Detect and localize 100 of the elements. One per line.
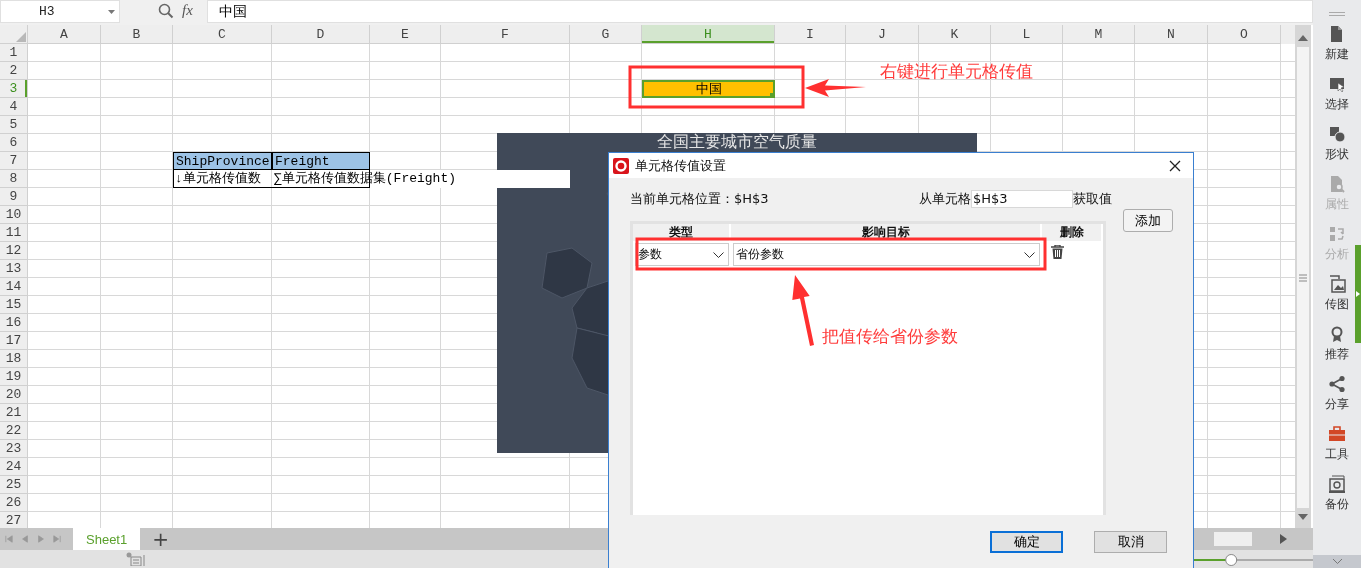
row-header[interactable]: 2 bbox=[0, 62, 28, 80]
chart-title: 全国主要城市空气质量 bbox=[656, 133, 818, 151]
column-header[interactable]: K bbox=[919, 25, 991, 44]
column-header[interactable]: B bbox=[101, 25, 173, 44]
cancel-button[interactable]: 取消 bbox=[1094, 531, 1167, 553]
grip-icon[interactable] bbox=[1329, 12, 1345, 16]
annotation-text: 右键进行单元格传值 bbox=[880, 60, 1033, 83]
row-header[interactable]: 8 bbox=[0, 170, 28, 188]
scroll-down-icon[interactable] bbox=[1298, 514, 1308, 520]
caret-icon bbox=[108, 9, 115, 14]
next-icon[interactable] bbox=[37, 535, 45, 543]
row-header[interactable]: 21 bbox=[0, 404, 28, 422]
sidebar-item[interactable]: 传图 bbox=[1315, 275, 1359, 325]
add-button[interactable]: 添加 bbox=[1123, 209, 1173, 232]
row-header[interactable]: 7 bbox=[0, 152, 28, 170]
cursor-icon bbox=[1328, 75, 1346, 93]
sidebar-item[interactable]: 新建 bbox=[1315, 25, 1359, 75]
select-all-icon[interactable] bbox=[15, 32, 26, 42]
row-header[interactable]: 25 bbox=[0, 476, 28, 494]
spreadsheet-cell[interactable]: ↓单元格传值数 bbox=[173, 170, 272, 188]
sidebar-item[interactable]: 选择 bbox=[1315, 75, 1359, 125]
chevron-icon bbox=[1024, 251, 1035, 258]
slider-thumb[interactable] bbox=[1225, 554, 1238, 566]
row-header[interactable]: 18 bbox=[0, 350, 28, 368]
toolbox-icon bbox=[1328, 425, 1346, 443]
row-header[interactable]: 15 bbox=[0, 296, 28, 314]
add-sheet-button[interactable]: + bbox=[146, 528, 175, 550]
column-header[interactable]: E bbox=[370, 25, 441, 44]
row-header[interactable]: 16 bbox=[0, 314, 28, 332]
trash-icon[interactable] bbox=[1051, 245, 1064, 259]
type-dropdown[interactable]: 参数 bbox=[635, 243, 729, 266]
column-header[interactable]: D bbox=[272, 25, 370, 44]
row-header[interactable]: 3 bbox=[0, 80, 28, 98]
column-header[interactable]: J bbox=[846, 25, 919, 44]
formula-field[interactable]: 中国 bbox=[206, 0, 1313, 23]
column-header[interactable]: M bbox=[1063, 25, 1135, 44]
spreadsheet-cell[interactable]: 中国 bbox=[642, 80, 775, 98]
previous-icon[interactable] bbox=[21, 535, 29, 543]
dialog-title: 单元格传值设置 bbox=[635, 156, 726, 175]
row-header[interactable]: 13 bbox=[0, 260, 28, 278]
row-header[interactable]: 6 bbox=[0, 134, 28, 152]
name-box[interactable]: H3 bbox=[0, 0, 120, 23]
scroll-up-icon[interactable] bbox=[1298, 35, 1308, 41]
last-icon[interactable] bbox=[53, 535, 61, 543]
sidebar-item[interactable]: 备份 bbox=[1315, 475, 1359, 525]
row-header[interactable]: 12 bbox=[0, 242, 28, 260]
row-header[interactable]: 9 bbox=[0, 188, 28, 206]
column-header[interactable]: A bbox=[28, 25, 101, 44]
row-header[interactable]: 17 bbox=[0, 332, 28, 350]
row-header[interactable]: 14 bbox=[0, 278, 28, 296]
column-header[interactable]: N bbox=[1135, 25, 1208, 44]
image-icon bbox=[1328, 275, 1346, 293]
field-label: 获取值 bbox=[1073, 190, 1112, 208]
row-header[interactable]: 5 bbox=[0, 116, 28, 134]
row-header[interactable]: 19 bbox=[0, 368, 28, 386]
field-label: 从单元格 bbox=[919, 190, 971, 208]
first-icon[interactable] bbox=[5, 535, 13, 543]
row-header[interactable]: 10 bbox=[0, 206, 28, 224]
column-header[interactable]: L bbox=[991, 25, 1063, 44]
document-search-icon bbox=[1328, 175, 1346, 193]
scrollbar-thumb[interactable] bbox=[1297, 47, 1309, 508]
target-dropdown[interactable]: 省份参数 bbox=[733, 243, 1040, 266]
annotation-arrow bbox=[792, 275, 814, 346]
panel-handle[interactable] bbox=[1355, 245, 1361, 343]
search-icon[interactable] bbox=[158, 3, 174, 19]
input-field[interactable]: $H$3 bbox=[971, 190, 1073, 208]
more-button[interactable] bbox=[1313, 555, 1361, 568]
column-header[interactable]: I bbox=[775, 25, 846, 44]
backup-icon bbox=[1328, 475, 1346, 493]
annotation-text: 把值传给省份参数 bbox=[822, 325, 958, 348]
row-header[interactable]: 20 bbox=[0, 386, 28, 404]
row-header[interactable]: 22 bbox=[0, 422, 28, 440]
column-header[interactable]: F bbox=[441, 25, 570, 44]
column-header[interactable]: C bbox=[173, 25, 272, 44]
row-header[interactable]: 11 bbox=[0, 224, 28, 242]
column-header[interactable]: O bbox=[1208, 25, 1281, 44]
row-header[interactable]: 4 bbox=[0, 98, 28, 116]
row-header[interactable]: 1 bbox=[0, 44, 28, 62]
ok-button[interactable]: 确定 bbox=[990, 531, 1063, 553]
column-header: 删除 bbox=[1042, 224, 1103, 241]
shapes-icon bbox=[1328, 125, 1346, 143]
row-header[interactable]: 24 bbox=[0, 458, 28, 476]
sidebar-item[interactable]: 推荐 bbox=[1315, 325, 1359, 375]
horizontal-scrollbar[interactable] bbox=[1214, 532, 1252, 546]
current-cell-label: 当前单元格位置：$H$3 bbox=[630, 190, 769, 208]
function-button[interactable]: fx bbox=[182, 2, 193, 19]
scroll-right-icon[interactable] bbox=[1280, 534, 1287, 544]
grip-icon bbox=[1299, 273, 1307, 282]
share-icon bbox=[1328, 375, 1346, 393]
flow-icon bbox=[1328, 225, 1346, 243]
close-icon[interactable] bbox=[1169, 159, 1181, 172]
row-header[interactable]: 23 bbox=[0, 440, 28, 458]
page-icon[interactable] bbox=[126, 552, 146, 566]
chevron-icon bbox=[713, 251, 724, 258]
app-icon bbox=[613, 157, 629, 174]
sidebar-item[interactable]: 形状 bbox=[1315, 125, 1359, 175]
sidebar-item[interactable]: 分享 bbox=[1315, 375, 1359, 425]
sidebar-item[interactable]: 工具 bbox=[1315, 425, 1359, 475]
row-header[interactable]: 26 bbox=[0, 494, 28, 512]
column-header[interactable]: G bbox=[570, 25, 642, 44]
